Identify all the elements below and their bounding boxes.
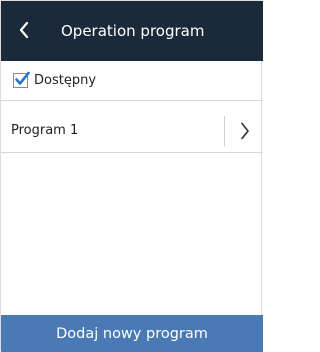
list-item[interactable]: Program 1	[1, 109, 263, 153]
available-label: Dostępny	[34, 73, 97, 88]
checkmark-icon	[15, 71, 30, 85]
open-program-button[interactable]	[225, 109, 263, 153]
availability-row: Dostępny	[1, 61, 263, 101]
available-checkbox[interactable]	[13, 71, 30, 88]
program-name: Program 1	[11, 123, 79, 138]
page-title: Operation program	[61, 22, 205, 40]
screen: Operation program Dostępny Program 1 Dod…	[0, 0, 263, 352]
add-program-button[interactable]: Dodaj nowy program	[1, 315, 263, 352]
header-bar: Operation program	[1, 1, 263, 61]
chevron-left-icon	[19, 22, 29, 38]
add-program-label: Dodaj nowy program	[56, 326, 208, 342]
chevron-right-icon	[241, 122, 249, 140]
back-button[interactable]	[1, 1, 45, 61]
